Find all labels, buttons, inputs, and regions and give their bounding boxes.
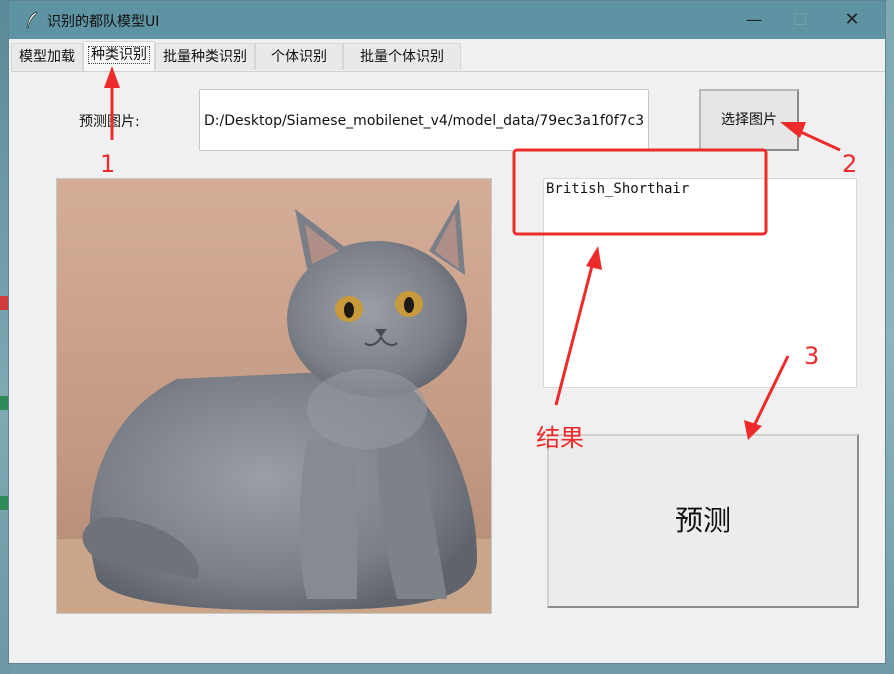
annotation-number-1: 1 [100,150,116,178]
app-window: 识别的都队模型UI — ☐ ✕ 模型加载 种类识别 批量种类识别 个体识别 批量… [8,0,886,664]
tab-model-load[interactable]: 模型加载 [11,43,83,70]
preview-image [56,178,492,614]
minimize-button[interactable]: — [731,1,777,39]
close-button[interactable]: ✕ [829,1,875,39]
feather-icon [26,11,38,29]
cat-photo [57,179,491,613]
result-text: British_Shorthair [546,181,690,197]
window-title: 识别的都队模型UI [47,14,160,30]
choose-image-button[interactable]: 选择图片 [699,89,799,151]
image-path-entry[interactable]: D:/Desktop/Siamese_mobilenet_v4/model_da… [199,89,649,151]
tab-species-recognition[interactable]: 种类识别 [83,41,155,71]
tab-bar: 模型加载 种类识别 批量种类识别 个体识别 批量个体识别 [11,41,885,72]
predict-image-label: 预测图片: [79,114,140,130]
tab-individual-recognition[interactable]: 个体识别 [255,43,343,70]
annotation-result-label: 结果 [536,424,584,452]
maximize-button[interactable]: ☐ [777,1,823,39]
tab-batch-individual-recognition[interactable]: 批量个体识别 [343,43,461,70]
title-bar: 识别的都队模型UI — ☐ ✕ [9,1,885,39]
predict-button[interactable]: 预测 [547,434,859,608]
annotation-number-3: 3 [804,342,820,370]
tab-batch-species-recognition[interactable]: 批量种类识别 [155,43,255,70]
annotation-number-2: 2 [842,150,858,178]
